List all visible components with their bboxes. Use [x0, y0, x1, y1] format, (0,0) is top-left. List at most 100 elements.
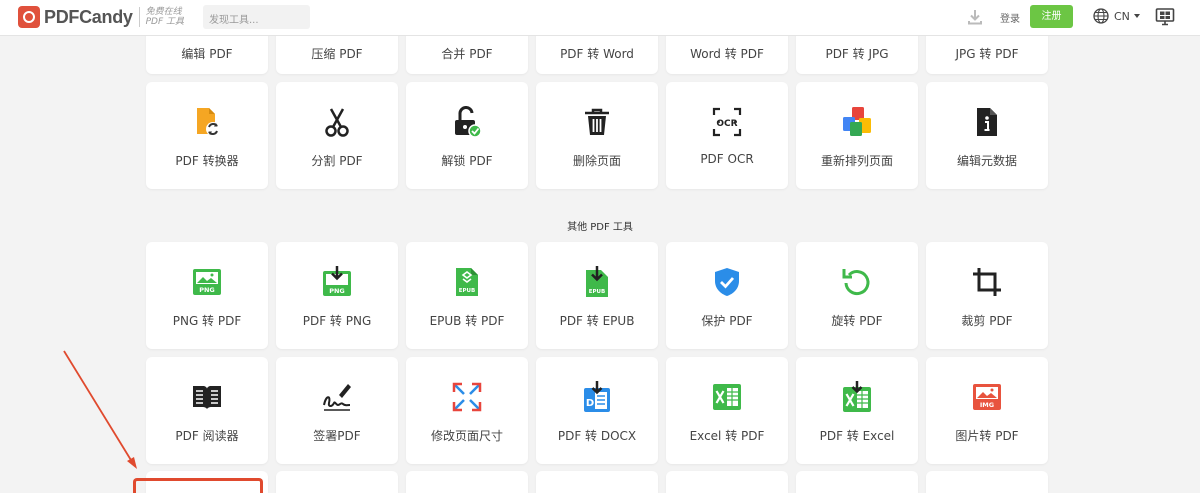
tool-card-pdf-reader[interactable]: PDF 阅读器: [146, 357, 268, 464]
tool-card-delete-pages[interactable]: 删除页面: [536, 82, 658, 189]
book-icon: [193, 386, 221, 409]
tool-label: JPG 转 PDF: [955, 47, 1019, 61]
pdf-converter-icon: [197, 108, 220, 136]
tool-label: PDF 转 Excel: [819, 429, 895, 443]
excel-icon: [713, 384, 741, 410]
top-header: PDFCandy 免费在线 PDF 工具 发现工具... 登录 注册 CN: [0, 0, 1200, 36]
svg-text:IMG: IMG: [980, 401, 994, 409]
signature-icon: [323, 384, 351, 411]
svg-text:OCR: OCR: [716, 119, 737, 129]
search-input[interactable]: 发现工具...: [203, 5, 310, 29]
tool-card-png-to-pdf[interactable]: PNG PNG 转 PDF: [146, 242, 268, 349]
tool-card-resize-pages[interactable]: 修改页面尺寸: [406, 357, 528, 464]
docx-icon: D: [584, 381, 610, 412]
tool-card-partial[interactable]: [926, 471, 1048, 493]
tool-label: 签署PDF: [313, 429, 361, 443]
section-title-other-tools: 其他 PDF 工具: [567, 222, 633, 233]
tool-card-pdf-to-png[interactable]: PNG PDF 转 PNG: [276, 242, 398, 349]
tool-label: 解锁 PDF: [441, 154, 493, 168]
svg-text:D: D: [586, 398, 594, 409]
svg-text:EPUB: EPUB: [459, 288, 475, 294]
tool-card-sign-pdf[interactable]: 签署PDF: [276, 357, 398, 464]
language-code: CN: [1114, 9, 1130, 23]
tool-label: PDF 转 DOCX: [557, 429, 637, 443]
metadata-icon: [977, 108, 997, 136]
chevron-down-icon: [1133, 14, 1140, 18]
png-download-icon: PNG: [323, 266, 351, 296]
tool-label: EPUB 转 PDF: [429, 314, 505, 328]
logo-divider: [138, 7, 140, 27]
tagline-line-1: 免费在线: [145, 7, 182, 17]
tool-card-rotate-pdf[interactable]: 旋转 PDF: [796, 242, 918, 349]
ocr-icon: OCR: [712, 107, 742, 137]
tool-label: 重新排列页面: [820, 154, 893, 168]
tool-card-edit-metadata[interactable]: 编辑元数据: [926, 82, 1048, 189]
tool-label: PDF 转 JPG: [825, 47, 889, 61]
epub-download-icon: EPUB: [586, 266, 608, 297]
tool-card-split-pdf[interactable]: 分割 PDF: [276, 82, 398, 189]
trash-icon: [585, 108, 609, 135]
crop-icon: [973, 268, 1001, 296]
brand-logo[interactable]: PDFCandy 免费在线 PDF 工具: [18, 6, 184, 28]
excel-download-icon: [843, 381, 871, 412]
epub-icon: EPUB: [456, 268, 478, 296]
download-icon[interactable]: [966, 8, 984, 26]
tool-label: 压缩 PDF: [311, 47, 363, 61]
tool-card-partial[interactable]: [666, 471, 788, 493]
tool-label: Word 转 PDF: [690, 47, 764, 61]
tool-label: PNG 转 PDF: [172, 314, 242, 328]
login-link[interactable]: 登录: [1000, 10, 1020, 25]
brand-tagline: 免费在线 PDF 工具: [146, 7, 184, 27]
tool-label: 编辑 PDF: [181, 47, 233, 61]
tool-card-partial[interactable]: [536, 471, 658, 493]
tool-label: Excel 转 PDF: [689, 429, 765, 443]
tool-label: PDF 转 Word: [560, 47, 634, 61]
tagline-line-2: PDF 工具: [145, 17, 185, 27]
tool-card-excel-to-pdf[interactable]: Excel 转 PDF: [666, 357, 788, 464]
svg-text:PNG: PNG: [329, 287, 345, 295]
brand-name: PDFCandy: [44, 6, 133, 27]
tool-card-pdf-to-docx[interactable]: D PDF 转 DOCX: [536, 357, 658, 464]
signup-button[interactable]: 注册: [1030, 5, 1073, 28]
tool-card-rearrange-pages[interactable]: 重新排列页面: [796, 82, 918, 189]
tool-label: 删除页面: [572, 154, 621, 168]
png-icon: PNG: [193, 269, 221, 295]
tool-label: 编辑元数据: [956, 154, 1017, 168]
resize-icon: [452, 382, 482, 412]
tool-label: PDF 转换器: [175, 154, 239, 168]
tool-card-pdf-to-epub[interactable]: EPUB PDF 转 EPUB: [536, 242, 658, 349]
tool-label: 分割 PDF: [311, 154, 363, 168]
annotation-highlight-box: [133, 478, 263, 493]
tool-label: 合并 PDF: [441, 47, 493, 61]
desktop-app-icon[interactable]: [1155, 7, 1175, 27]
tool-label: 保护 PDF: [701, 314, 753, 328]
scissors-icon: [325, 108, 349, 137]
tool-card-partial[interactable]: [276, 471, 398, 493]
tool-label: 修改页面尺寸: [430, 429, 503, 443]
tool-card-protect-pdf[interactable]: 保护 PDF: [666, 242, 788, 349]
tool-card-partial[interactable]: [796, 471, 918, 493]
tool-card-pdf-converter[interactable]: PDF 转换器: [146, 82, 268, 189]
rearrange-icon: [843, 107, 871, 136]
tool-label: 旋转 PDF: [831, 314, 883, 328]
tool-card-image-to-pdf[interactable]: IMG 图片转 PDF: [926, 357, 1048, 464]
rotate-icon: [842, 269, 870, 296]
tool-card-pdf-to-excel[interactable]: PDF 转 Excel: [796, 357, 918, 464]
language-selector[interactable]: CN: [1093, 8, 1140, 24]
tool-card-unlock-pdf[interactable]: 解锁 PDF: [406, 82, 528, 189]
tool-card-crop-pdf[interactable]: 裁剪 PDF: [926, 242, 1048, 349]
tool-label: PDF 转 EPUB: [559, 314, 635, 328]
tool-card-pdf-ocr[interactable]: OCR PDF OCR: [666, 82, 788, 189]
svg-text:EPUB: EPUB: [589, 289, 605, 295]
image-icon: IMG: [973, 384, 1001, 410]
svg-text:PNG: PNG: [199, 286, 215, 294]
tool-label: PDF OCR: [700, 152, 754, 166]
tool-card-epub-to-pdf[interactable]: EPUB EPUB 转 PDF: [406, 242, 528, 349]
tool-label: 图片转 PDF: [955, 429, 1019, 443]
globe-icon: [1093, 8, 1109, 24]
tool-label: PDF 转 PNG: [302, 314, 372, 328]
annotation-arrow: [63, 350, 137, 469]
pdfcandy-logo-icon: [18, 6, 40, 28]
unlock-icon: [455, 106, 482, 138]
tool-card-partial[interactable]: [406, 471, 528, 493]
